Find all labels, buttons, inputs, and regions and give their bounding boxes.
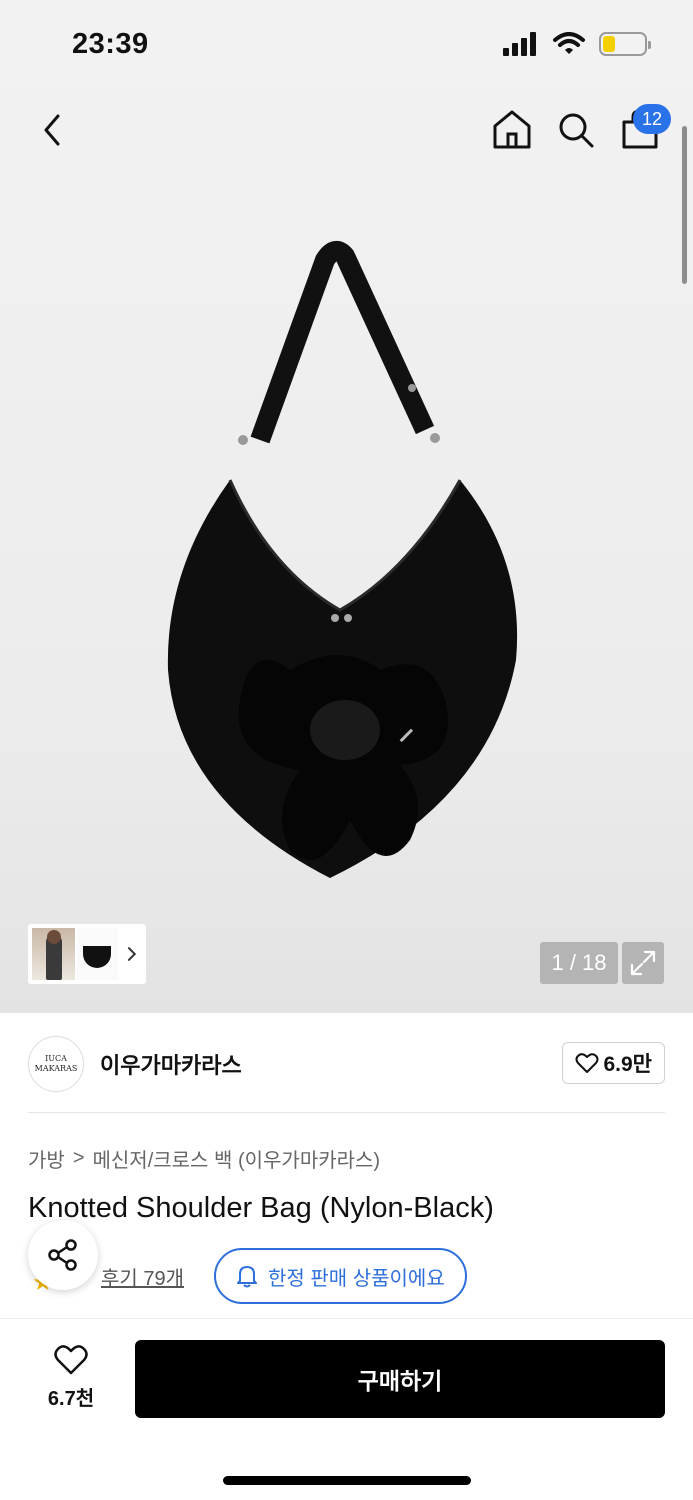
expand-button[interactable] <box>622 942 664 984</box>
brand-logo-line1: IUCA <box>45 1054 67 1063</box>
share-icon <box>48 1239 77 1271</box>
scroll-indicator <box>682 126 687 284</box>
search-icon[interactable] <box>556 110 596 150</box>
limited-sale-badge[interactable]: 한정 판매 상품이에요 <box>214 1248 467 1304</box>
heart-icon <box>575 1053 599 1073</box>
cart-count-badge[interactable]: 12 <box>633 104 671 134</box>
divider <box>28 1112 665 1113</box>
share-button[interactable] <box>28 1220 98 1290</box>
status-icons <box>503 32 651 56</box>
bell-icon <box>237 1266 257 1288</box>
reviews-link[interactable]: 후기 79개 <box>101 1262 184 1291</box>
wishlist-count: 6.7천 <box>47 1388 95 1410</box>
expand-icon <box>630 950 656 976</box>
breadcrumb-category[interactable]: 가방 <box>28 1144 65 1173</box>
product-gallery[interactable]: 23:39 12 1 / 18 <box>0 0 693 1013</box>
heart-icon <box>54 1345 88 1375</box>
brand-like-button[interactable]: 6.9만 <box>562 1042 665 1084</box>
signal-icon <box>503 32 536 56</box>
breadcrumb-subcategory[interactable]: 메신저/크로스 백 (이우가마카라스) <box>93 1144 381 1173</box>
wifi-icon <box>553 32 585 54</box>
brand-logo-line2: MAKARAS <box>34 1064 78 1073</box>
limited-sale-label: 한정 판매 상품이에요 <box>268 1267 445 1290</box>
home-indicator <box>223 1476 471 1485</box>
breadcrumb: 가방 > 메신저/크로스 백 (이우가마카라스) <box>28 1144 380 1173</box>
brand-row[interactable]: IUCA MAKARAS 이우가마카라스 6.9만 <box>28 1036 665 1092</box>
battery-icon <box>599 32 651 56</box>
bag-thumbnail[interactable] <box>77 928 119 980</box>
model-thumbnail[interactable] <box>32 928 76 980</box>
wishlist-button[interactable]: 6.7천 <box>40 1344 102 1411</box>
thumbnail-strip[interactable] <box>28 924 146 984</box>
product-title: Knotted Shoulder Bag (Nylon-Black) <box>28 1192 494 1224</box>
buy-button[interactable]: 구매하기 <box>135 1340 665 1418</box>
brand-name[interactable]: 이우가마카라스 <box>100 1048 242 1080</box>
chevron-right-icon[interactable] <box>122 944 142 964</box>
back-icon[interactable] <box>36 110 70 150</box>
breadcrumb-separator: > <box>72 1147 85 1169</box>
brand-like-count: 6.9만 <box>603 1053 652 1076</box>
image-counter: 1 / 18 <box>540 942 618 984</box>
home-icon[interactable] <box>492 108 532 150</box>
status-time: 23:39 <box>72 28 149 60</box>
brand-logo[interactable]: IUCA MAKARAS <box>28 1036 84 1092</box>
product-image <box>167 240 518 878</box>
